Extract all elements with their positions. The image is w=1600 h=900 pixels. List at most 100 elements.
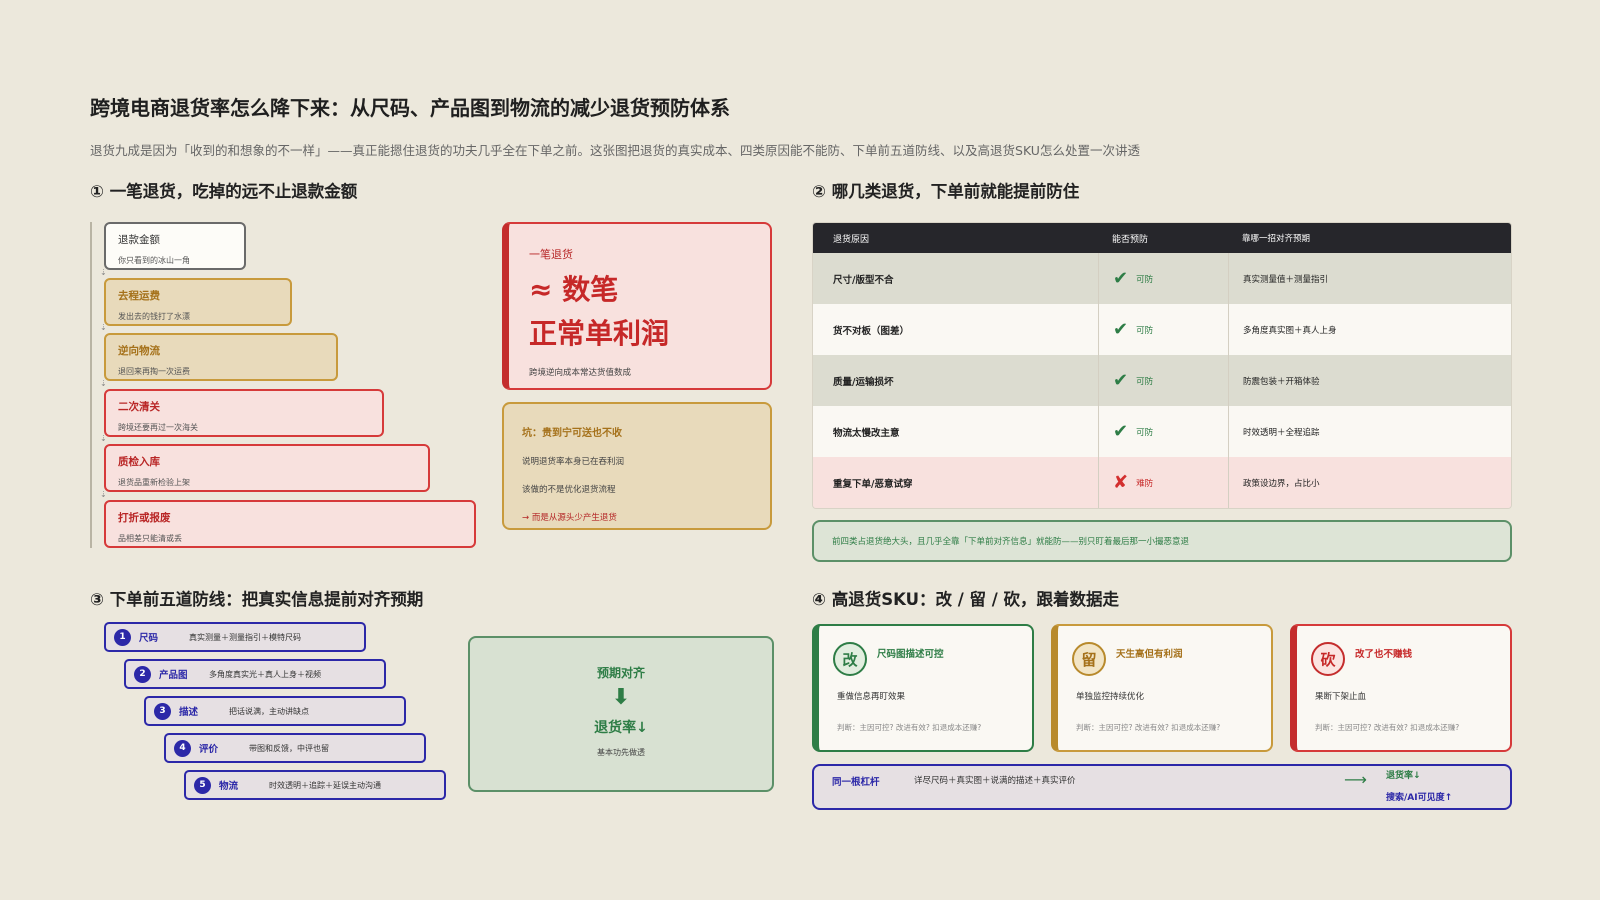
expectation-result-card: 预期对齐 ⬇ 退货率↓ 基本功先做透 xyxy=(468,636,774,792)
stair-outbound-freight: 去程运费 发出去的钱打了水漂 xyxy=(104,278,292,326)
status-label: 可防 xyxy=(1136,376,1154,387)
status-cell: ✔ 可防 xyxy=(1098,355,1228,406)
sku-card-head: 天生高但有利润 xyxy=(1116,649,1183,660)
section2-title: ② 哪几类退货，下单前就能提前防住 xyxy=(812,182,1080,201)
check-icon: ✔ xyxy=(1113,370,1129,391)
status-label: 可防 xyxy=(1136,427,1154,438)
pitfall-title: 坑：贵到宁可送也不收 xyxy=(522,428,622,439)
lever-label: 同一根杠杆 xyxy=(832,777,880,788)
step-desc: 时效透明＋追踪＋延误主动沟通 xyxy=(269,780,381,790)
table-header-cell: 能否预防 xyxy=(1112,234,1149,245)
sku-card-head: 改了也不赚钱 xyxy=(1355,649,1413,660)
defense-step-size: 1 尺码 真实测量＋测量指引＋模特尺码 xyxy=(104,622,366,652)
defense-step-logistics: 5 物流 时效透明＋追踪＋延误主动沟通 xyxy=(184,770,446,800)
right-arrow-icon: ⟶ xyxy=(1344,770,1367,789)
cost-summary-card: 一笔退货 ≈ 数笔 正常单利润 跨境逆向成本常达货值数成 xyxy=(502,222,772,390)
stair-title: 打折或报废 xyxy=(118,512,171,524)
sku-card-question: 判断：主因可控? 改进有效? 扣退成本还赚? xyxy=(1076,723,1221,732)
status-label: 难防 xyxy=(1136,478,1154,489)
table-row: 货不对板（图差） ✔ 可防 多角度真实图＋真人上身 xyxy=(813,304,1511,355)
table-header-cell: 靠哪一招对齐预期 xyxy=(1242,234,1311,244)
return-reasons-table: 退货原因 能否预防 靠哪一招对齐预期 尺寸/版型不合 ✔ 可防 真实测量值＋测量指… xyxy=(812,222,1512,509)
reason-cell: 重复下单/恶意试穿 xyxy=(833,478,913,490)
section4-title: ④ 高退货SKU：改 / 留 / 砍，跟着数据走 xyxy=(812,590,1120,609)
table-header: 退货原因 能否预防 靠哪一招对齐预期 xyxy=(813,223,1511,253)
step-desc: 把话说满，主动讲缺点 xyxy=(229,706,309,716)
stair-down-arrow-icon: ⇣ xyxy=(100,490,107,499)
pitfall-card: 坑：贵到宁可送也不收 说明退货率本身已在吞利润 该做的不是优化退货流程 → 而是… xyxy=(502,402,772,530)
step-desc: 多角度真实光＋真人上身＋视频 xyxy=(209,669,321,679)
step-name: 评价 xyxy=(199,744,219,755)
check-icon: ✔ xyxy=(1113,421,1129,442)
sku-card-head: 尺码图描述可控 xyxy=(877,649,944,660)
step-name: 尺码 xyxy=(139,633,159,644)
sku-card-action: 果断下架止血 xyxy=(1315,692,1367,702)
step-name: 描述 xyxy=(179,707,199,718)
pitfall-line: 说明退货率本身已在吞利润 xyxy=(522,457,625,467)
sku-card-cut: 砍 改了也不赚钱 果断下架止血 判断：主因可控? 改进有效? 扣退成本还赚? xyxy=(1290,624,1512,752)
stair-desc: 跨境还要再过一次海关 xyxy=(118,423,198,432)
step-number: 3 xyxy=(154,702,171,720)
table-row: 尺寸/版型不合 ✔ 可防 真实测量值＋测量指引 xyxy=(813,253,1511,304)
stair-desc: 品相差只能清或丢 xyxy=(118,534,182,543)
cost-card-headline-2: 正常单利润 xyxy=(529,317,670,350)
page-title: 跨境电商退货率怎么降下来：从尺码、产品图到物流的减少退货预防体系 xyxy=(90,96,730,120)
defense-step-description: 3 描述 把话说满，主动讲缺点 xyxy=(144,696,406,726)
check-icon: ✔ xyxy=(1113,319,1129,340)
fix-cell: 时效透明＋全程追踪 xyxy=(1228,406,1511,457)
stair-axis-line xyxy=(90,222,92,548)
sku-card-question: 判断：主因可控? 改进有效? 扣退成本还赚? xyxy=(1315,723,1460,732)
reason-cell: 质量/运输损坏 xyxy=(833,376,894,388)
fix-cell: 防震包装＋开箱体验 xyxy=(1228,355,1511,406)
stair-desc: 退回来再掏一次运费 xyxy=(118,367,190,376)
stair-title: 退款金额 xyxy=(118,234,160,246)
lever-result-return-rate: 退货率↓ xyxy=(1386,771,1421,781)
stair-down-arrow-icon: ⇣ xyxy=(100,379,107,388)
status-cell: ✔ 可防 xyxy=(1098,406,1228,457)
cut-badge-icon: 砍 xyxy=(1311,642,1345,676)
expectation-note: 基本功先做透 xyxy=(597,748,645,757)
step-name: 物流 xyxy=(219,781,239,792)
fix-badge-icon: 改 xyxy=(833,642,867,676)
cost-card-note: 跨境逆向成本常达货值数成 xyxy=(529,368,632,378)
fix-cell: 真实测量值＋测量指引 xyxy=(1228,253,1511,304)
section3-title: ③ 下单前五道防线：把真实信息提前对齐预期 xyxy=(90,590,424,609)
step-desc: 带图和反馈，中评也留 xyxy=(249,743,329,753)
cross-icon: ✘ xyxy=(1113,472,1129,493)
pitfall-conclusion: → 而是从源头少产生退货 xyxy=(522,513,617,523)
stair-title: 去程运费 xyxy=(118,290,160,302)
stair-reverse-logistics: 逆向物流 退回来再掏一次运费 xyxy=(104,333,338,381)
stair-down-arrow-icon: ⇣ xyxy=(100,323,107,332)
lever-result-visibility: 搜索/AI可见度↑ xyxy=(1386,793,1453,803)
pitfall-line: 该做的不是优化退货流程 xyxy=(522,485,616,495)
stair-down-arrow-icon: ⇣ xyxy=(100,434,107,443)
status-cell: ✘ 难防 xyxy=(1098,457,1228,508)
stair-title: 逆向物流 xyxy=(118,345,160,357)
lever-summary-bar: 同一根杠杆 详尽尺码＋真实图＋说满的描述＋真实评价 ⟶ 退货率↓ 搜索/AI可见… xyxy=(812,764,1512,810)
down-arrow-icon: ⬇ xyxy=(611,685,631,710)
table-row: 质量/运输损坏 ✔ 可防 防震包装＋开箱体验 xyxy=(813,355,1511,406)
sku-card-keep: 留 天生高但有利润 单独监控持续优化 判断：主因可控? 改进有效? 扣退成本还赚… xyxy=(1051,624,1273,752)
table-row: 物流太慢改主意 ✔ 可防 时效透明＋全程追踪 xyxy=(813,406,1511,457)
reason-cell: 物流太慢改主意 xyxy=(833,427,900,439)
step-number: 4 xyxy=(174,739,191,757)
table-row: 重复下单/恶意试穿 ✘ 难防 政策设边界，占比小 xyxy=(813,457,1511,508)
cost-card-headline-1: ≈ 数笔 xyxy=(529,273,619,306)
step-desc: 真实测量＋测量指引＋模特尺码 xyxy=(189,632,301,642)
cost-card-label: 一笔退货 xyxy=(529,248,573,261)
fix-cell: 多角度真实图＋真人上身 xyxy=(1228,304,1511,355)
lever-text: 详尽尺码＋真实图＋说满的描述＋真实评价 xyxy=(914,776,1076,786)
return-rate-result: 退货率↓ xyxy=(594,720,648,736)
expectation-label: 预期对齐 xyxy=(596,666,645,680)
stair-desc: 退货品重新检验上架 xyxy=(118,478,190,487)
fix-cell: 政策设边界，占比小 xyxy=(1228,457,1511,508)
stair-desc: 你只看到的冰山一角 xyxy=(118,256,190,265)
stair-discount-scrap: 打折或报废 品相差只能清或丢 xyxy=(104,500,476,548)
step-name: 产品图 xyxy=(159,670,188,681)
stair-title: 二次清关 xyxy=(118,401,160,413)
step-number: 1 xyxy=(114,628,131,646)
check-icon: ✔ xyxy=(1113,268,1129,289)
stair-customs: 二次清关 跨境还要再过一次海关 xyxy=(104,389,384,437)
defense-step-reviews: 4 评价 带图和反馈，中评也留 xyxy=(164,733,426,763)
step-number: 2 xyxy=(134,665,151,683)
